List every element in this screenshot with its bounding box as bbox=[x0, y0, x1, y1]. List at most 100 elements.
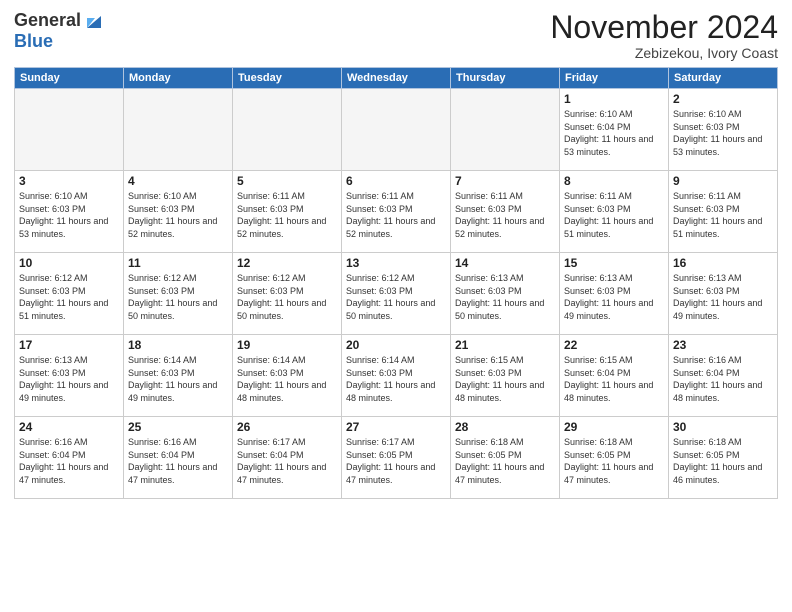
day-info: Sunrise: 6:18 AM Sunset: 6:05 PM Dayligh… bbox=[455, 436, 555, 486]
day-info: Sunrise: 6:11 AM Sunset: 6:03 PM Dayligh… bbox=[673, 190, 773, 240]
day-number: 18 bbox=[128, 338, 228, 352]
table-row: 12 Sunrise: 6:12 AM Sunset: 6:03 PM Dayl… bbox=[233, 253, 342, 335]
day-number: 27 bbox=[346, 420, 446, 434]
calendar-week-row: 3 Sunrise: 6:10 AM Sunset: 6:03 PM Dayli… bbox=[15, 171, 778, 253]
table-row: 21 Sunrise: 6:15 AM Sunset: 6:03 PM Dayl… bbox=[451, 335, 560, 417]
day-info: Sunrise: 6:15 AM Sunset: 6:03 PM Dayligh… bbox=[455, 354, 555, 404]
col-monday: Monday bbox=[124, 68, 233, 89]
table-row: 7 Sunrise: 6:11 AM Sunset: 6:03 PM Dayli… bbox=[451, 171, 560, 253]
table-row: 27 Sunrise: 6:17 AM Sunset: 6:05 PM Dayl… bbox=[342, 417, 451, 499]
calendar-week-row: 10 Sunrise: 6:12 AM Sunset: 6:03 PM Dayl… bbox=[15, 253, 778, 335]
calendar-week-row: 17 Sunrise: 6:13 AM Sunset: 6:03 PM Dayl… bbox=[15, 335, 778, 417]
table-row: 16 Sunrise: 6:13 AM Sunset: 6:03 PM Dayl… bbox=[669, 253, 778, 335]
day-info: Sunrise: 6:13 AM Sunset: 6:03 PM Dayligh… bbox=[673, 272, 773, 322]
table-row: 23 Sunrise: 6:16 AM Sunset: 6:04 PM Dayl… bbox=[669, 335, 778, 417]
day-info: Sunrise: 6:14 AM Sunset: 6:03 PM Dayligh… bbox=[346, 354, 446, 404]
day-number: 10 bbox=[19, 256, 119, 270]
col-sunday: Sunday bbox=[15, 68, 124, 89]
table-row: 5 Sunrise: 6:11 AM Sunset: 6:03 PM Dayli… bbox=[233, 171, 342, 253]
table-row: 25 Sunrise: 6:16 AM Sunset: 6:04 PM Dayl… bbox=[124, 417, 233, 499]
day-info: Sunrise: 6:13 AM Sunset: 6:03 PM Dayligh… bbox=[564, 272, 664, 322]
day-info: Sunrise: 6:14 AM Sunset: 6:03 PM Dayligh… bbox=[237, 354, 337, 404]
page: General Blue November 2024 Zebizekou, Iv… bbox=[0, 0, 792, 612]
day-info: Sunrise: 6:12 AM Sunset: 6:03 PM Dayligh… bbox=[237, 272, 337, 322]
calendar-table: Sunday Monday Tuesday Wednesday Thursday… bbox=[14, 67, 778, 499]
table-row: 24 Sunrise: 6:16 AM Sunset: 6:04 PM Dayl… bbox=[15, 417, 124, 499]
calendar-week-row: 24 Sunrise: 6:16 AM Sunset: 6:04 PM Dayl… bbox=[15, 417, 778, 499]
day-info: Sunrise: 6:11 AM Sunset: 6:03 PM Dayligh… bbox=[455, 190, 555, 240]
table-row: 14 Sunrise: 6:13 AM Sunset: 6:03 PM Dayl… bbox=[451, 253, 560, 335]
day-info: Sunrise: 6:11 AM Sunset: 6:03 PM Dayligh… bbox=[346, 190, 446, 240]
table-row: 29 Sunrise: 6:18 AM Sunset: 6:05 PM Dayl… bbox=[560, 417, 669, 499]
day-info: Sunrise: 6:16 AM Sunset: 6:04 PM Dayligh… bbox=[19, 436, 119, 486]
col-friday: Friday bbox=[560, 68, 669, 89]
col-tuesday: Tuesday bbox=[233, 68, 342, 89]
table-row: 6 Sunrise: 6:11 AM Sunset: 6:03 PM Dayli… bbox=[342, 171, 451, 253]
logo-icon bbox=[83, 10, 105, 32]
table-row bbox=[124, 89, 233, 171]
col-thursday: Thursday bbox=[451, 68, 560, 89]
page-subtitle: Zebizekou, Ivory Coast bbox=[550, 45, 778, 61]
day-info: Sunrise: 6:18 AM Sunset: 6:05 PM Dayligh… bbox=[564, 436, 664, 486]
calendar-header-row: Sunday Monday Tuesday Wednesday Thursday… bbox=[15, 68, 778, 89]
table-row: 20 Sunrise: 6:14 AM Sunset: 6:03 PM Dayl… bbox=[342, 335, 451, 417]
day-number: 12 bbox=[237, 256, 337, 270]
day-number: 1 bbox=[564, 92, 664, 106]
table-row bbox=[342, 89, 451, 171]
calendar-week-row: 1 Sunrise: 6:10 AM Sunset: 6:04 PM Dayli… bbox=[15, 89, 778, 171]
table-row: 8 Sunrise: 6:11 AM Sunset: 6:03 PM Dayli… bbox=[560, 171, 669, 253]
table-row: 10 Sunrise: 6:12 AM Sunset: 6:03 PM Dayl… bbox=[15, 253, 124, 335]
day-info: Sunrise: 6:17 AM Sunset: 6:04 PM Dayligh… bbox=[237, 436, 337, 486]
page-title: November 2024 bbox=[550, 10, 778, 45]
day-number: 21 bbox=[455, 338, 555, 352]
day-number: 3 bbox=[19, 174, 119, 188]
day-number: 14 bbox=[455, 256, 555, 270]
day-number: 19 bbox=[237, 338, 337, 352]
day-info: Sunrise: 6:17 AM Sunset: 6:05 PM Dayligh… bbox=[346, 436, 446, 486]
title-block: November 2024 Zebizekou, Ivory Coast bbox=[550, 10, 778, 61]
day-number: 8 bbox=[564, 174, 664, 188]
day-info: Sunrise: 6:13 AM Sunset: 6:03 PM Dayligh… bbox=[455, 272, 555, 322]
table-row bbox=[15, 89, 124, 171]
table-row: 30 Sunrise: 6:18 AM Sunset: 6:05 PM Dayl… bbox=[669, 417, 778, 499]
day-info: Sunrise: 6:15 AM Sunset: 6:04 PM Dayligh… bbox=[564, 354, 664, 404]
table-row: 18 Sunrise: 6:14 AM Sunset: 6:03 PM Dayl… bbox=[124, 335, 233, 417]
header: General Blue November 2024 Zebizekou, Iv… bbox=[14, 10, 778, 61]
table-row: 22 Sunrise: 6:15 AM Sunset: 6:04 PM Dayl… bbox=[560, 335, 669, 417]
day-number: 5 bbox=[237, 174, 337, 188]
day-number: 16 bbox=[673, 256, 773, 270]
table-row: 2 Sunrise: 6:10 AM Sunset: 6:03 PM Dayli… bbox=[669, 89, 778, 171]
day-info: Sunrise: 6:11 AM Sunset: 6:03 PM Dayligh… bbox=[564, 190, 664, 240]
day-number: 6 bbox=[346, 174, 446, 188]
table-row: 17 Sunrise: 6:13 AM Sunset: 6:03 PM Dayl… bbox=[15, 335, 124, 417]
logo-blue: Blue bbox=[14, 31, 53, 51]
day-number: 17 bbox=[19, 338, 119, 352]
day-info: Sunrise: 6:12 AM Sunset: 6:03 PM Dayligh… bbox=[128, 272, 228, 322]
day-info: Sunrise: 6:16 AM Sunset: 6:04 PM Dayligh… bbox=[673, 354, 773, 404]
day-number: 25 bbox=[128, 420, 228, 434]
day-info: Sunrise: 6:12 AM Sunset: 6:03 PM Dayligh… bbox=[346, 272, 446, 322]
table-row: 19 Sunrise: 6:14 AM Sunset: 6:03 PM Dayl… bbox=[233, 335, 342, 417]
day-number: 13 bbox=[346, 256, 446, 270]
day-info: Sunrise: 6:10 AM Sunset: 6:04 PM Dayligh… bbox=[564, 108, 664, 158]
day-number: 9 bbox=[673, 174, 773, 188]
day-number: 15 bbox=[564, 256, 664, 270]
table-row: 28 Sunrise: 6:18 AM Sunset: 6:05 PM Dayl… bbox=[451, 417, 560, 499]
table-row: 11 Sunrise: 6:12 AM Sunset: 6:03 PM Dayl… bbox=[124, 253, 233, 335]
day-number: 2 bbox=[673, 92, 773, 106]
logo: General Blue bbox=[14, 10, 105, 52]
day-number: 28 bbox=[455, 420, 555, 434]
table-row: 15 Sunrise: 6:13 AM Sunset: 6:03 PM Dayl… bbox=[560, 253, 669, 335]
col-wednesday: Wednesday bbox=[342, 68, 451, 89]
day-info: Sunrise: 6:11 AM Sunset: 6:03 PM Dayligh… bbox=[237, 190, 337, 240]
day-info: Sunrise: 6:16 AM Sunset: 6:04 PM Dayligh… bbox=[128, 436, 228, 486]
logo-general: General bbox=[14, 11, 81, 31]
day-number: 7 bbox=[455, 174, 555, 188]
table-row: 3 Sunrise: 6:10 AM Sunset: 6:03 PM Dayli… bbox=[15, 171, 124, 253]
day-number: 24 bbox=[19, 420, 119, 434]
table-row: 4 Sunrise: 6:10 AM Sunset: 6:03 PM Dayli… bbox=[124, 171, 233, 253]
day-number: 29 bbox=[564, 420, 664, 434]
table-row bbox=[451, 89, 560, 171]
day-info: Sunrise: 6:14 AM Sunset: 6:03 PM Dayligh… bbox=[128, 354, 228, 404]
day-info: Sunrise: 6:12 AM Sunset: 6:03 PM Dayligh… bbox=[19, 272, 119, 322]
